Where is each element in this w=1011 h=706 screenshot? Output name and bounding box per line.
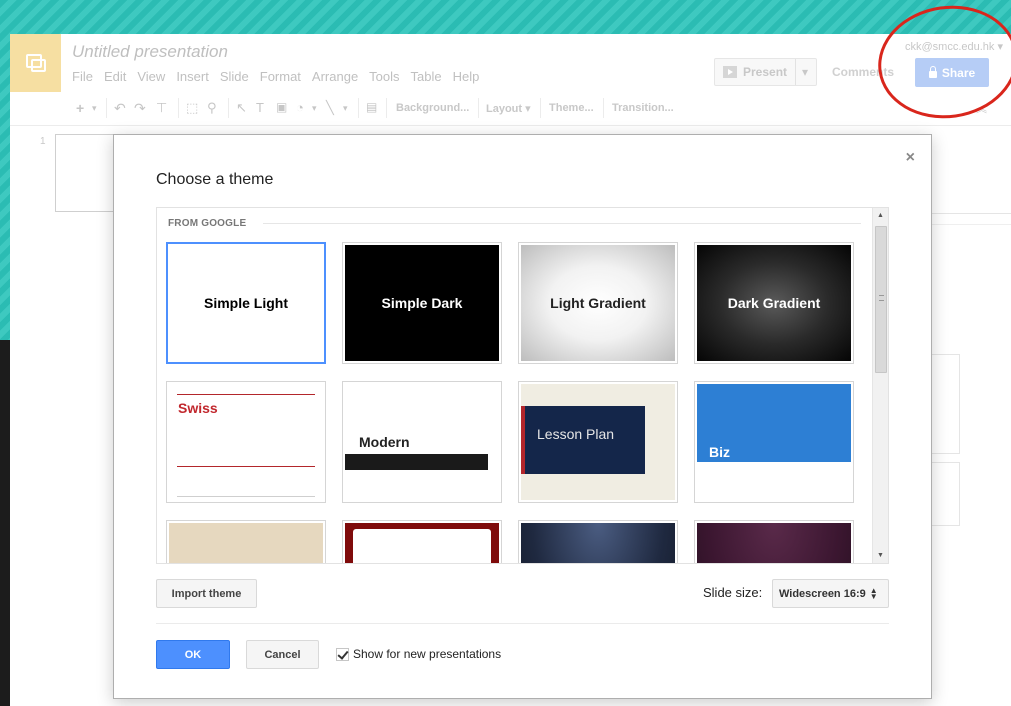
present-dropdown[interactable]: ▾ — [795, 59, 814, 85]
collapse-toolbar-icon[interactable]: ︽ — [976, 100, 987, 116]
image-icon[interactable]: ▣ — [276, 100, 287, 114]
import-theme-button[interactable]: Import theme — [156, 579, 257, 608]
text-box-icon[interactable]: T — [256, 100, 264, 115]
redo-icon[interactable]: ↷ — [134, 100, 146, 117]
menu-table[interactable]: Table — [411, 69, 442, 84]
theme-card-dark-blue[interactable] — [518, 520, 678, 563]
canvas-placeholder-box — [928, 354, 960, 454]
background-button[interactable]: Background... — [396, 102, 469, 114]
share-button[interactable]: Share — [915, 58, 989, 87]
theme-card-maroon-frame[interactable] — [342, 520, 502, 563]
section-label: FROM GOOGLE — [168, 218, 247, 229]
layout-button[interactable]: Layout ▾ — [486, 102, 531, 115]
checkbox-checked-icon[interactable] — [336, 647, 349, 661]
new-slide-dropdown-icon[interactable]: ▾ — [92, 103, 97, 114]
close-icon[interactable]: × — [906, 149, 915, 167]
theme-name: Swiss — [178, 400, 218, 416]
theme-gallery[interactable]: FROM GOOGLE Simple Light Simple Dark Lig… — [156, 207, 889, 564]
line-icon[interactable]: ╲ — [326, 100, 334, 116]
chevron-down-icon: ▾ — [802, 65, 809, 79]
transition-button[interactable]: Transition... — [612, 102, 674, 114]
theme-card-plum[interactable] — [694, 520, 854, 563]
undo-icon[interactable]: ↶ — [114, 100, 126, 117]
menu-slide[interactable]: Slide — [220, 69, 249, 84]
slides-logo-icon — [25, 54, 46, 72]
share-label: Share — [941, 65, 976, 80]
zoom-fit-icon[interactable]: ⬚ — [186, 100, 198, 116]
menu-arrange[interactable]: Arrange — [312, 69, 358, 84]
theme-name: Dark Gradient — [727, 295, 821, 311]
theme-name: Simple Light — [204, 295, 288, 311]
theme-card-beige[interactable] — [166, 520, 326, 563]
menu-insert[interactable]: Insert — [176, 69, 209, 84]
present-label: Present — [743, 65, 788, 79]
canvas-edge — [928, 134, 1011, 214]
theme-name: Lesson Plan — [537, 426, 615, 442]
shape-icon[interactable]: ◔ — [296, 100, 304, 115]
theme-name: Light Gradient — [550, 295, 646, 311]
theme-card-light-gradient[interactable]: Light Gradient — [518, 242, 678, 364]
slides-logo[interactable] — [10, 34, 61, 92]
menu-format[interactable]: Format — [260, 69, 301, 84]
theme-card-lesson-plan[interactable]: Lesson Plan — [518, 381, 678, 503]
menu-file[interactable]: File — [72, 69, 93, 84]
slide-number: 1 — [40, 136, 46, 147]
scrollbar-thumb[interactable] — [875, 226, 887, 373]
slide-size-select[interactable]: Widescreen 16:9 ▲ ▼ — [772, 579, 889, 608]
menu-bar: File Edit View Insert Slide Format Arran… — [72, 69, 479, 84]
theme-card-swiss[interactable]: Swiss — [166, 381, 326, 503]
new-slide-icon[interactable]: + — [76, 100, 84, 116]
zoom-icon[interactable]: ⚲ — [207, 100, 217, 116]
lock-icon — [928, 65, 937, 78]
present-button[interactable]: Present ▾ — [714, 58, 817, 86]
choose-theme-dialog: × Choose a theme FROM GOOGLE Simple Ligh… — [113, 134, 932, 699]
menu-help[interactable]: Help — [453, 69, 480, 84]
menu-tools[interactable]: Tools — [369, 69, 399, 84]
line-dropdown-icon[interactable]: ▾ — [343, 103, 348, 114]
shape-dropdown-icon[interactable]: ▾ — [312, 103, 317, 114]
paint-format-icon[interactable]: ⊤ — [156, 100, 167, 116]
select-icon[interactable]: ↖ — [236, 100, 247, 116]
presentation-title[interactable]: Untitled presentation — [72, 42, 228, 62]
present-icon — [723, 66, 737, 78]
theme-card-biz[interactable]: Biz — [694, 381, 854, 503]
theme-name: Modern — [359, 434, 410, 450]
slide-size-label: Slide size: — [703, 585, 763, 600]
theme-button[interactable]: Theme... — [549, 102, 594, 114]
toolbar: + ▾ ↶ ↷ ⊤ ⬚ ⚲ ↖ T ▣ ◔ ▾ ╲ ▾ ▤ Background… — [10, 92, 1011, 126]
theme-card-dark-gradient[interactable]: Dark Gradient — [694, 242, 854, 364]
theme-card-modern[interactable]: Modern — [342, 381, 502, 503]
comments-button[interactable]: Comments — [832, 65, 894, 79]
slide-size-value: Widescreen 16:9 — [779, 587, 866, 600]
dialog-title: Choose a theme — [156, 171, 274, 188]
scroll-up-icon[interactable]: ▲ — [873, 208, 888, 223]
theme-card-simple-dark[interactable]: Simple Dark — [342, 242, 502, 364]
ok-button[interactable]: OK — [156, 640, 230, 669]
comment-icon[interactable]: ▤ — [366, 100, 377, 114]
section-divider — [263, 223, 861, 224]
theme-name: Biz — [709, 444, 730, 460]
select-arrows-icon: ▲ ▼ — [869, 585, 878, 601]
theme-gallery-scrollbar[interactable]: ▲ ▼ — [872, 208, 888, 563]
show-for-new-presentations[interactable]: Show for new presentations — [336, 647, 501, 661]
theme-card-simple-light[interactable]: Simple Light — [166, 242, 326, 364]
menu-edit[interactable]: Edit — [104, 69, 126, 84]
cancel-button[interactable]: Cancel — [246, 640, 319, 669]
canvas-placeholder-box — [928, 462, 960, 526]
scroll-down-icon[interactable]: ▼ — [873, 548, 888, 563]
menu-view[interactable]: View — [137, 69, 165, 84]
dialog-divider — [156, 623, 889, 624]
account-menu[interactable]: ckk@smcc.edu.hk ▾ — [905, 40, 1003, 53]
theme-name: Simple Dark — [381, 295, 463, 311]
show-label: Show for new presentations — [353, 647, 502, 661]
